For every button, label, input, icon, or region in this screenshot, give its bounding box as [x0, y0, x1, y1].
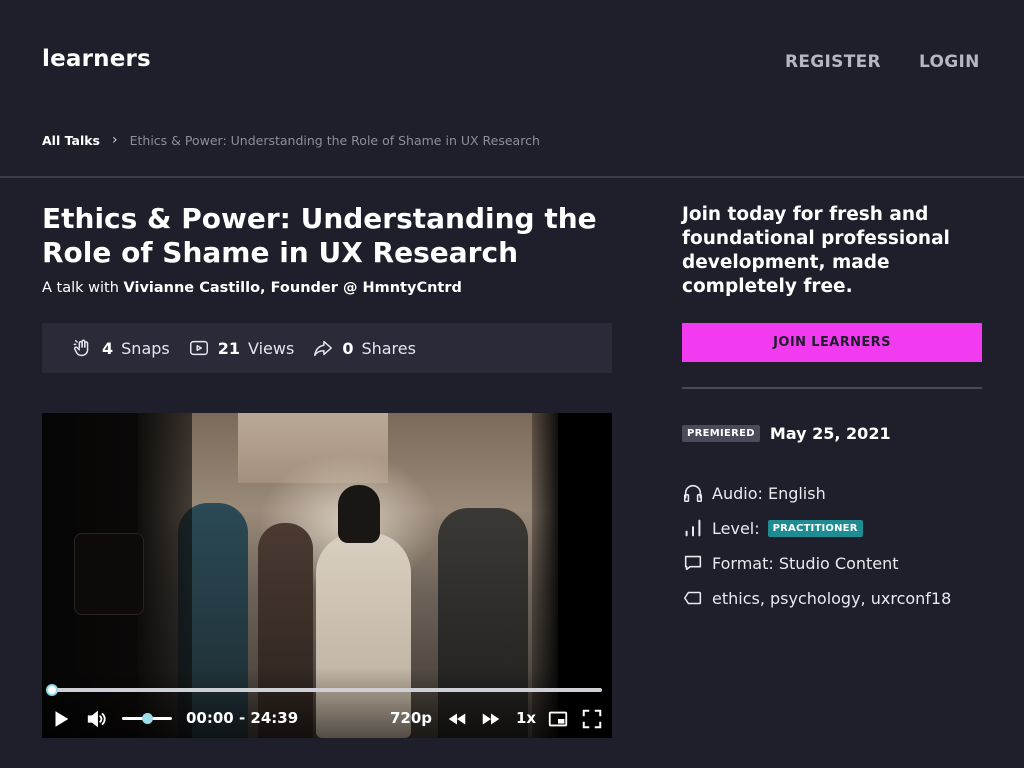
rewind-icon: [448, 713, 466, 725]
chevron-right-icon: ›: [111, 132, 118, 148]
breadcrumb: All Talks › Ethics & Power: Understandin…: [42, 132, 540, 148]
quality-selector[interactable]: 720p: [390, 709, 432, 727]
headphones-icon: [683, 484, 703, 503]
volume-slider[interactable]: [122, 713, 172, 724]
shares-stat[interactable]: 0 Shares: [312, 337, 416, 359]
format-row: Format: Studio Content: [682, 552, 899, 574]
audio-text: Audio: English: [712, 483, 826, 503]
fullscreen-button[interactable]: [581, 708, 603, 730]
format-text: Format: Studio Content: [712, 553, 899, 573]
byline-prefix: A talk with: [42, 280, 119, 296]
picture-in-picture-button[interactable]: [547, 708, 569, 730]
premiered-badge: PREMIERED: [682, 425, 760, 442]
join-learners-button[interactable]: JOIN LEARNERS: [682, 323, 982, 362]
shares-label: Shares: [361, 338, 416, 358]
play-icon: [55, 711, 69, 727]
join-cta-text: Join today for fresh and foundational pr…: [682, 204, 950, 297]
talk-title: Ethics & Power: Understanding the Role o…: [42, 202, 597, 269]
shares-count: 0: [342, 338, 354, 358]
speech-bubble-icon: [684, 555, 702, 571]
share-icon: [314, 340, 333, 357]
snaps-label: Snaps: [121, 338, 170, 358]
breadcrumb-current: Ethics & Power: Understanding the Role o…: [129, 132, 540, 148]
speed-selector[interactable]: 1x: [516, 709, 536, 727]
premiered-row: PREMIERED May 25, 2021: [682, 424, 891, 443]
site-header: learners REGISTER LOGIN: [0, 0, 1024, 120]
speaker-name: Vivianne Castillo, Founder @ HmntyCntrd: [123, 280, 462, 296]
audio-row: Audio: English: [682, 482, 826, 504]
video-overlay-panel: [74, 533, 144, 615]
video-player[interactable]: 00:00 - 24:39 720p 1x: [42, 413, 612, 738]
progress-bar[interactable]: [46, 684, 602, 696]
learners-logo[interactable]: learners: [42, 46, 151, 72]
mute-button[interactable]: [86, 708, 108, 730]
header-divider: [0, 176, 1024, 178]
level-badge: PRACTITIONER: [767, 519, 863, 537]
tag-icon: [683, 591, 702, 605]
views-stat: 21 Views: [188, 337, 295, 359]
volume-icon: [87, 710, 106, 728]
signal-bars-icon: [685, 519, 701, 537]
fast-forward-button[interactable]: [480, 708, 502, 730]
snaps-stat[interactable]: 4 Snaps: [72, 337, 170, 359]
time-display: 00:00 - 24:39: [186, 709, 299, 727]
level-row: Level: PRACTITIONER: [682, 517, 863, 539]
rewind-button[interactable]: [446, 708, 468, 730]
picture-in-picture-icon: [548, 711, 568, 727]
volume-handle[interactable]: [142, 713, 153, 724]
tags-row: ethics, psychology, uxrconf18: [682, 587, 951, 609]
premiered-date: May 25, 2021: [769, 424, 891, 443]
level-label: Level:: [712, 518, 760, 538]
fast-forward-icon: [482, 713, 500, 725]
progress-handle[interactable]: [46, 684, 58, 696]
play-square-icon: [189, 340, 208, 356]
login-link[interactable]: LOGIN: [919, 52, 980, 72]
views-count: 21: [217, 338, 240, 358]
talk-byline: A talk with Vivianne Castillo, Founder @…: [42, 280, 462, 296]
snaps-count: 4: [102, 338, 114, 358]
sidebar-divider: [682, 387, 982, 389]
views-label: Views: [248, 338, 295, 358]
breadcrumb-all-talks[interactable]: All Talks: [42, 133, 100, 148]
talk-stats: 4 Snaps 21 Views 0 Shares: [42, 323, 612, 373]
register-link[interactable]: REGISTER: [785, 52, 881, 72]
tags-text[interactable]: ethics, psychology, uxrconf18: [712, 589, 951, 608]
play-button[interactable]: [50, 708, 72, 730]
fullscreen-icon: [582, 709, 602, 729]
snap-icon: [73, 339, 89, 357]
